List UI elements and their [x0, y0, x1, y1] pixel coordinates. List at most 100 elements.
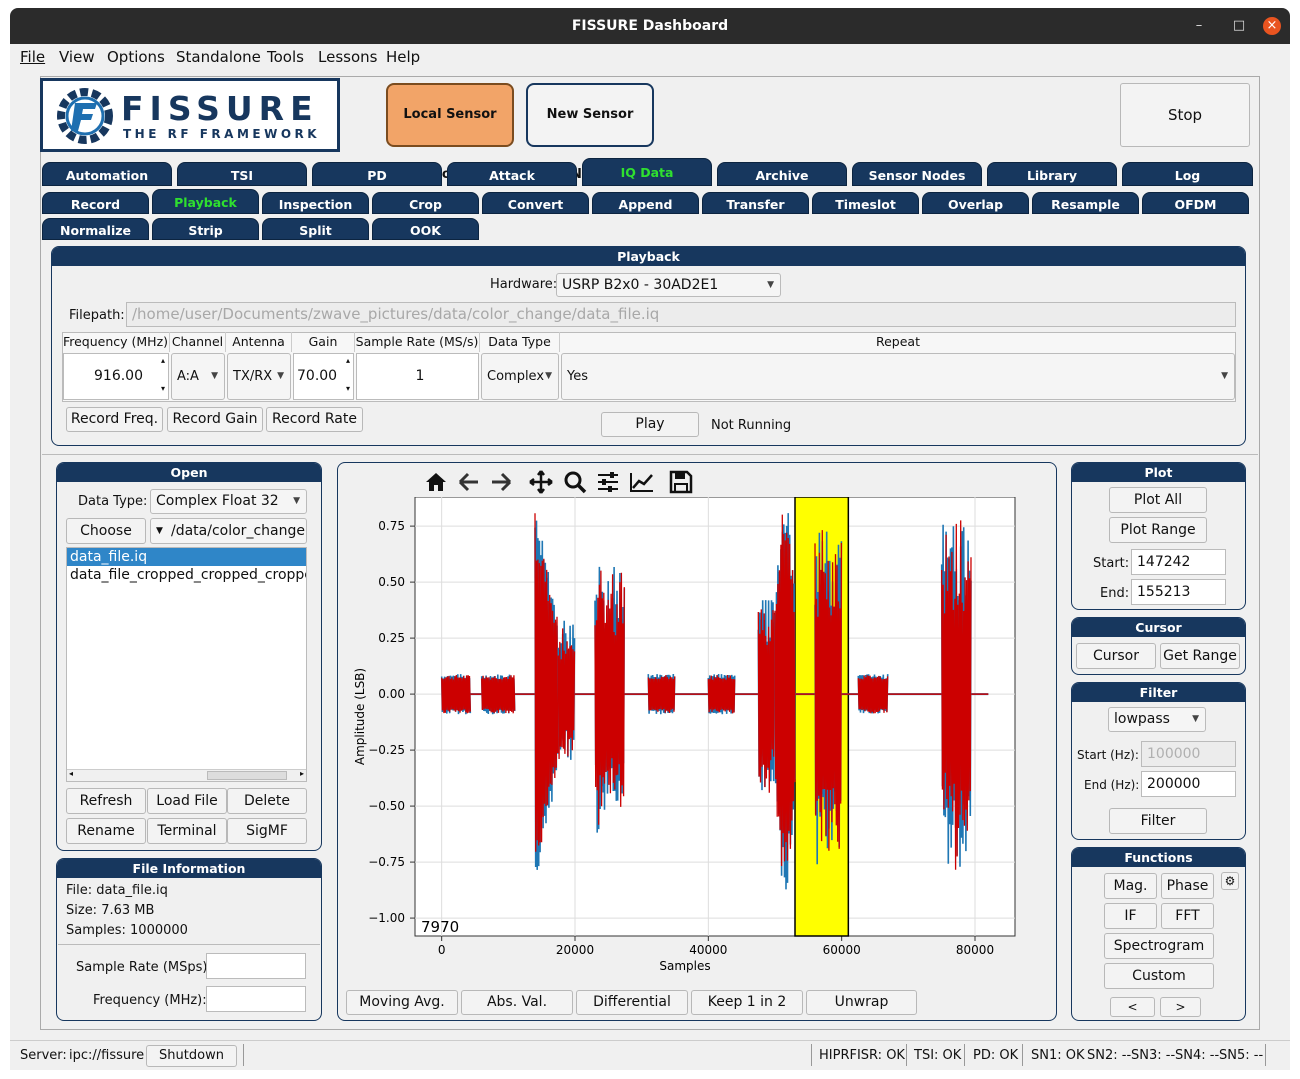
data-type-select[interactable]: Complex ▼ [481, 353, 559, 400]
if-button[interactable]: IF [1104, 903, 1157, 929]
menu-lessons[interactable]: Lessons [318, 48, 377, 66]
subtab-record[interactable]: Record [42, 192, 149, 214]
subtab-normalize[interactable]: Normalize [42, 218, 149, 240]
open-data-type-select[interactable]: Complex Float 32 ▼ [150, 489, 307, 514]
menu-options[interactable]: Options [107, 48, 165, 66]
antenna-select[interactable]: TX/RX ▼ [227, 353, 291, 400]
sigmf-button[interactable]: SigMF [227, 818, 307, 844]
gain-spinbox[interactable]: 70.00 ▴ ▾ [293, 353, 354, 400]
spectrogram-button[interactable]: Spectrogram [1104, 933, 1214, 959]
menu-file[interactable]: File [20, 48, 45, 66]
filter-button[interactable]: Filter [1109, 808, 1207, 834]
tab-automation[interactable]: Automation [42, 162, 172, 186]
folder-select[interactable]: ▼ /data/color_change [150, 518, 307, 544]
subtab-resample[interactable]: Resample [1032, 192, 1139, 214]
tab-archive[interactable]: Archive [717, 162, 847, 186]
tab-library[interactable]: Library [987, 162, 1117, 186]
fft-button[interactable]: FFT [1161, 903, 1214, 929]
menu-standalone[interactable]: Standalone [176, 48, 261, 66]
tab-tsi[interactable]: TSI [177, 162, 307, 186]
pan-icon[interactable] [529, 470, 553, 494]
tab-attack[interactable]: Attack [447, 162, 577, 186]
plot-range-button[interactable]: Plot Range [1109, 517, 1207, 543]
maximize-icon[interactable]: □ [1230, 17, 1248, 35]
differential-button[interactable]: Differential [576, 990, 688, 1015]
chevron-right-icon[interactable]: ▸ [300, 769, 304, 778]
axes-edit-icon[interactable] [629, 471, 655, 493]
tab-sensor-nodes[interactable]: Sensor Nodes [852, 162, 982, 186]
home-icon[interactable] [424, 471, 448, 493]
iq-chart[interactable]: 0 20000 40000 60000 80000 0.75 0.50 0.25 0.00 −0.… [340, 497, 1054, 982]
close-icon[interactable]: × [1263, 17, 1281, 35]
keep-1-in-2-button[interactable]: Keep 1 in 2 [691, 990, 803, 1015]
zoom-icon[interactable] [563, 470, 587, 494]
subtab-split[interactable]: Split [262, 218, 369, 240]
filter-end-input[interactable]: 200000 [1141, 771, 1236, 797]
local-sensor-node-button[interactable]: Local Sensor Node [386, 83, 514, 182]
spin-arrows-icon[interactable]: ▴ ▾ [346, 354, 350, 396]
subtab-convert[interactable]: Convert [482, 192, 589, 214]
abs-val-button[interactable]: Abs. Val. [461, 990, 573, 1015]
repeat-select[interactable]: Yes ▼ [561, 353, 1235, 400]
subtab-inspection[interactable]: Inspection [262, 192, 369, 214]
moving-avg-button[interactable]: Moving Avg. [346, 990, 458, 1015]
subtab-transfer[interactable]: Transfer [702, 192, 809, 214]
start-input[interactable]: 147242 [1131, 549, 1226, 575]
chevron-left-icon[interactable]: ◂ [69, 769, 73, 778]
menu-help[interactable]: Help [386, 48, 420, 66]
subtab-ofdm[interactable]: OFDM [1142, 192, 1249, 214]
custom-button[interactable]: Custom [1104, 963, 1214, 989]
stop-button[interactable]: Stop [1120, 83, 1250, 147]
frequency-spinbox[interactable]: 916.00 ▴ ▾ [63, 353, 169, 400]
tab-pd[interactable]: PD [312, 162, 442, 186]
prev-button[interactable]: < [1110, 997, 1155, 1017]
save-icon[interactable] [669, 470, 693, 494]
delete-button[interactable]: Delete [227, 788, 307, 814]
gear-icon[interactable]: ⚙ [1221, 872, 1239, 890]
subtab-playback[interactable]: Playback [152, 189, 259, 214]
back-arrow-icon[interactable] [457, 471, 481, 493]
minimize-icon[interactable]: – [1190, 17, 1208, 35]
frequency-field[interactable] [206, 986, 306, 1012]
sample-rate-field[interactable] [206, 953, 306, 979]
unwrap-button[interactable]: Unwrap [806, 990, 917, 1015]
menu-view[interactable]: View [59, 48, 95, 66]
menu-tools[interactable]: Tools [267, 48, 304, 66]
rename-button[interactable]: Rename [66, 818, 146, 844]
filter-start-input[interactable]: 100000 [1141, 741, 1236, 767]
subtab-crop[interactable]: Crop [372, 192, 479, 214]
subtab-ook[interactable]: OOK [372, 218, 479, 240]
play-button[interactable]: Play [601, 412, 699, 437]
scrollbar-handle[interactable] [207, 771, 287, 780]
list-item[interactable]: data_file.iq [67, 548, 306, 566]
end-input[interactable]: 155213 [1131, 579, 1226, 605]
load-file-button[interactable]: Load File [147, 788, 227, 814]
refresh-button[interactable]: Refresh [66, 788, 146, 814]
record-freq-button[interactable]: Record Freq. [66, 407, 163, 432]
next-button[interactable]: > [1160, 997, 1201, 1017]
terminal-button[interactable]: Terminal [147, 818, 227, 844]
new-sensor-node-button[interactable]: New Sensor Node [526, 83, 654, 182]
hardware-select[interactable]: USRP B2x0 - 30AD2E1 ▼ [556, 273, 781, 297]
plot-all-button[interactable]: Plot All [1109, 487, 1207, 513]
subtab-strip[interactable]: Strip [152, 218, 259, 240]
horizontal-scrollbar[interactable]: ◂ ▸ [67, 769, 306, 781]
record-gain-button[interactable]: Record Gain [167, 407, 263, 432]
shutdown-button[interactable]: Shutdown [146, 1045, 237, 1067]
subtab-overlap[interactable]: Overlap [922, 192, 1029, 214]
filter-type-select[interactable]: lowpass ▼ [1108, 707, 1206, 732]
configure-icon[interactable] [596, 471, 620, 493]
forward-arrow-icon[interactable] [489, 471, 513, 493]
tab-log[interactable]: Log [1122, 162, 1253, 186]
file-list[interactable]: data_file.iq data_file_cropped_cropped_c… [66, 547, 307, 782]
channel-select[interactable]: A:A ▼ [171, 353, 225, 400]
get-range-button[interactable]: Get Range [1160, 643, 1240, 669]
phase-button[interactable]: Phase [1161, 873, 1214, 899]
record-rate-button[interactable]: Record Rate [266, 407, 363, 432]
tab-iq-data[interactable]: IQ Data [582, 158, 712, 186]
cursor-button[interactable]: Cursor [1076, 643, 1156, 669]
subtab-timeslot[interactable]: Timeslot [812, 192, 919, 214]
sample-rate-input[interactable]: 1 [356, 353, 479, 400]
filepath-input[interactable]: /home/user/Documents/zwave_pictures/data… [126, 302, 1236, 327]
mag-button[interactable]: Mag. [1104, 873, 1157, 899]
